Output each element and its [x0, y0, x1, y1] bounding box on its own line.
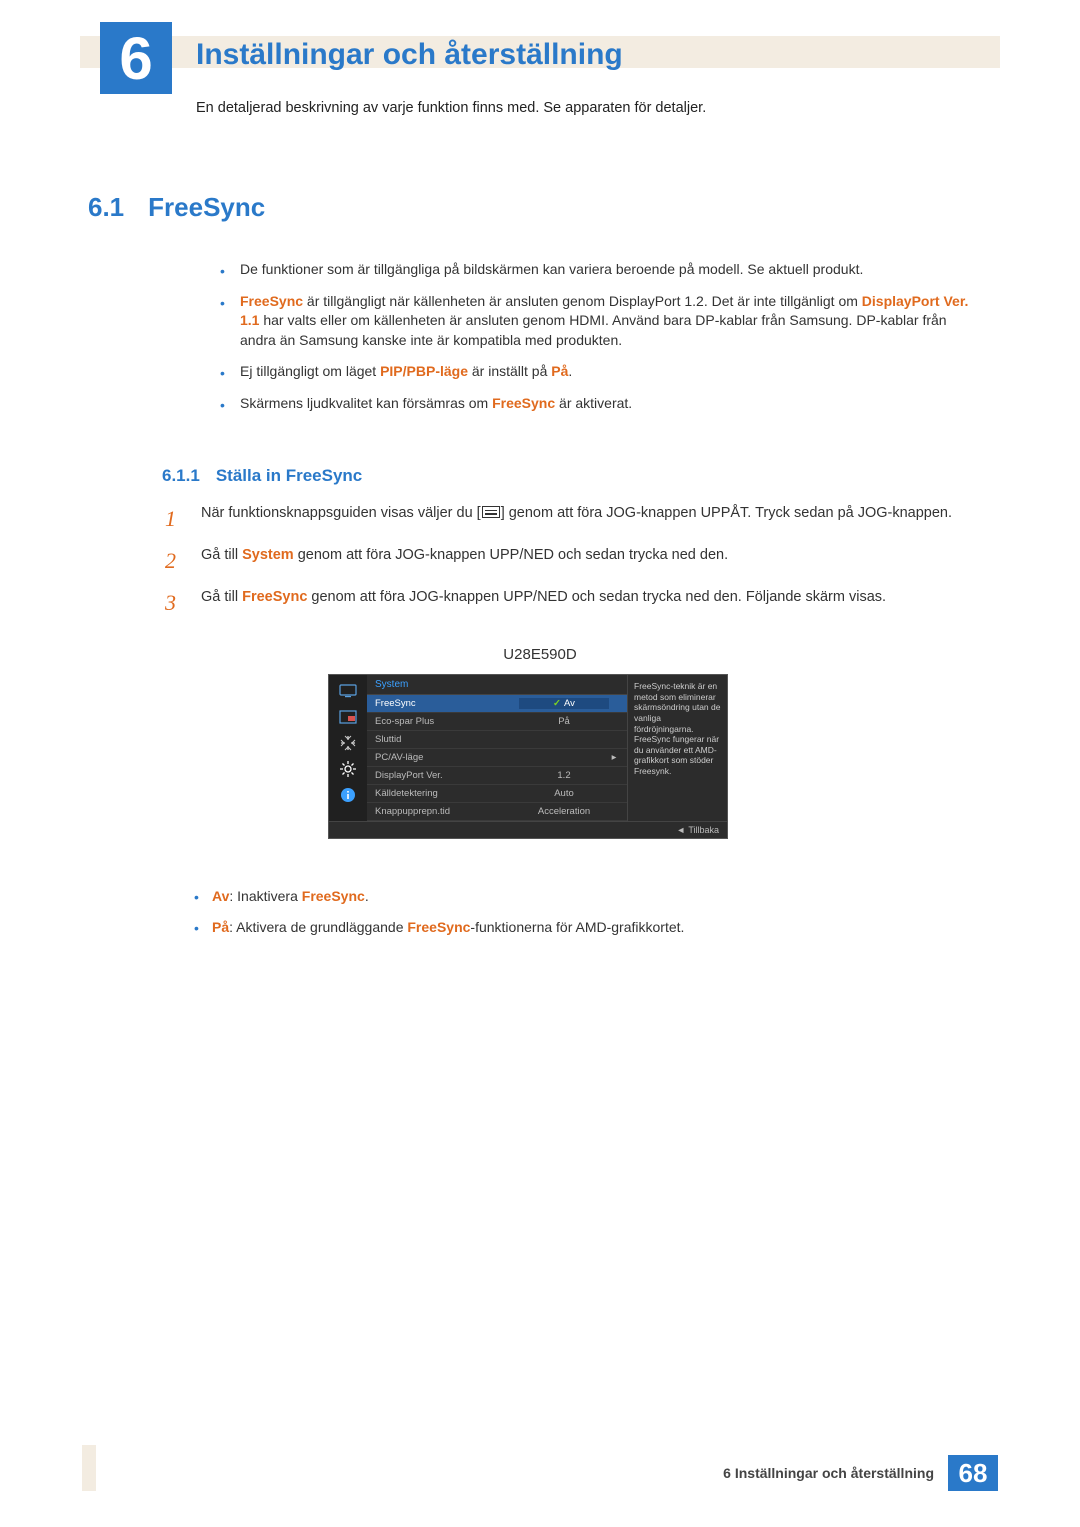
- text: .: [365, 888, 369, 904]
- text-highlight: FreeSync: [302, 888, 365, 904]
- footer-chapter-label: 6 Inställningar och återställning: [709, 1455, 948, 1491]
- text: är aktiverat.: [555, 395, 632, 411]
- step-text: När funktionsknappsguiden visas väljer d…: [201, 502, 980, 536]
- osd-row-label: Knappupprepn.tid: [375, 806, 519, 817]
- option-item: Av: Inaktivera FreeSync.: [190, 886, 980, 907]
- section-number: 6.1: [88, 192, 124, 223]
- spacer: [609, 698, 619, 709]
- osd-header: System: [367, 675, 627, 695]
- step-item: 1 När funktionsknappsguiden visas väljer…: [165, 502, 980, 536]
- text-highlight: System: [242, 547, 294, 563]
- footer-page-number: 68: [948, 1455, 998, 1491]
- osd-row-label: Eco-spar Plus: [375, 716, 519, 727]
- gear-icon: [337, 759, 359, 779]
- text-highlight: PIP/PBP-läge: [380, 363, 468, 379]
- text: har valts eller om källenheten är anslut…: [240, 312, 947, 348]
- subsection-number: 6.1.1: [162, 466, 200, 486]
- text: : Aktivera de grundläggande: [229, 919, 407, 935]
- step-number: 1: [165, 502, 187, 536]
- osd-row-value: På: [519, 716, 609, 727]
- osd-row-label: Källdetektering: [375, 788, 519, 799]
- text: Skärmens ljudkvalitet kan försämras om: [240, 395, 492, 411]
- monitor-icon: [337, 681, 359, 701]
- chapter-title: Inställningar och återställning: [196, 38, 623, 72]
- text: -funktionerna för AMD-grafikkortet.: [470, 919, 684, 935]
- osd-footer-label: Tillbaka: [688, 825, 719, 835]
- text: Ej tillgängligt om läget: [240, 363, 380, 379]
- text: När funktionsknappsguiden visas väljer d…: [201, 505, 481, 521]
- text-highlight: FreeSync: [492, 395, 555, 411]
- osd-row-value: 1.2: [519, 770, 609, 781]
- text: är tillgängligt när källenheten är anslu…: [303, 293, 862, 309]
- osd-row: Knappupprepn.tidAcceleration: [367, 803, 627, 821]
- text: .: [568, 363, 572, 379]
- osd-screenshot: System FreeSync✓Av Eco-spar PlusPå Slutt…: [328, 674, 728, 839]
- option-item: På: Aktivera de grundläggande FreeSync-f…: [190, 917, 980, 938]
- osd-row-label: PC/AV-läge: [375, 752, 519, 763]
- footer-left-accent: [82, 1445, 96, 1491]
- triangle-left-icon: ◄: [676, 825, 685, 835]
- info-icon: [337, 785, 359, 805]
- note-item: Skärmens ljudkvalitet kan försämras om F…: [220, 394, 980, 414]
- text: är inställt på: [468, 363, 551, 379]
- check-icon: ✓: [553, 698, 561, 709]
- osd-icon-column: [329, 675, 367, 821]
- spacer: [609, 806, 619, 817]
- text-highlight: FreeSync: [407, 919, 470, 935]
- note-item: Ej tillgängligt om läget PIP/PBP-läge är…: [220, 362, 980, 382]
- step-list: 1 När funktionsknappsguiden visas väljer…: [165, 502, 980, 628]
- text: : Inaktivera: [229, 888, 301, 904]
- option-list: Av: Inaktivera FreeSync. På: Aktivera de…: [190, 886, 980, 948]
- step-item: 3 Gå till FreeSync genom att föra JOG-kn…: [165, 586, 980, 620]
- osd-row-label: FreeSync: [375, 698, 519, 709]
- osd-row: Sluttid: [367, 731, 627, 749]
- text-highlight: På: [212, 919, 229, 935]
- page-footer: 6 Inställningar och återställning 68: [709, 1455, 998, 1491]
- text: genom att föra JOG-knappen UPP/NED och s…: [294, 547, 728, 563]
- text-highlight: FreeSync: [242, 589, 307, 605]
- text: ] genom att föra JOG-knappen UPPÅT. Tryc…: [501, 505, 952, 521]
- chapter-description: En detaljerad beskrivning av varje funkt…: [196, 100, 980, 116]
- osd-rows: FreeSync✓Av Eco-spar PlusPå Sluttid PC/A…: [367, 695, 627, 821]
- spacer: [609, 770, 619, 781]
- osd-row: PC/AV-läge ▸: [367, 749, 627, 767]
- osd-row: Eco-spar PlusPå: [367, 713, 627, 731]
- text: Gå till: [201, 589, 242, 605]
- step-text: Gå till FreeSync genom att föra JOG-knap…: [201, 586, 980, 620]
- chevron-right-icon: ▸: [609, 752, 619, 763]
- spacer: [609, 788, 619, 799]
- osd-row-label: Sluttid: [375, 734, 519, 745]
- step-number: 3: [165, 586, 187, 620]
- note-list: De funktioner som är tillgängliga på bil…: [220, 260, 980, 426]
- osd-row-label: DisplayPort Ver.: [375, 770, 519, 781]
- note-item: FreeSync är tillgängligt när källenheten…: [220, 292, 980, 351]
- subsection-title: Ställa in FreeSync: [216, 466, 362, 486]
- osd-row-value: Acceleration: [519, 806, 609, 817]
- chapter-number-box: 6: [100, 22, 172, 94]
- text-highlight: FreeSync: [240, 293, 303, 309]
- step-item: 2 Gå till System genom att föra JOG-knap…: [165, 544, 980, 578]
- spacer: [609, 716, 619, 727]
- osd-row: DisplayPort Ver.1.2: [367, 767, 627, 785]
- menu-icon: [482, 506, 500, 518]
- osd-row-value: ✓Av: [519, 698, 609, 709]
- osd-row: FreeSync✓Av: [367, 695, 627, 713]
- osd-side-description: FreeSync-teknik är en metod som eliminer…: [627, 675, 727, 821]
- osd-footer: ◄Tillbaka: [329, 821, 727, 838]
- osd-row: KälldetekteringAuto: [367, 785, 627, 803]
- text-highlight: Av: [212, 888, 229, 904]
- resize-icon: [337, 733, 359, 753]
- text: genom att föra JOG-knappen UPP/NED och s…: [307, 589, 886, 605]
- osd-row-value: Auto: [519, 788, 609, 799]
- model-label: U28E590D: [0, 646, 1080, 663]
- text: Gå till: [201, 547, 242, 563]
- step-number: 2: [165, 544, 187, 578]
- section-title: FreeSync: [148, 192, 265, 223]
- pip-icon: [337, 707, 359, 727]
- text-highlight: På: [551, 363, 568, 379]
- step-text: Gå till System genom att föra JOG-knappe…: [201, 544, 980, 578]
- spacer: [609, 734, 619, 745]
- note-item: De funktioner som är tillgängliga på bil…: [220, 260, 980, 280]
